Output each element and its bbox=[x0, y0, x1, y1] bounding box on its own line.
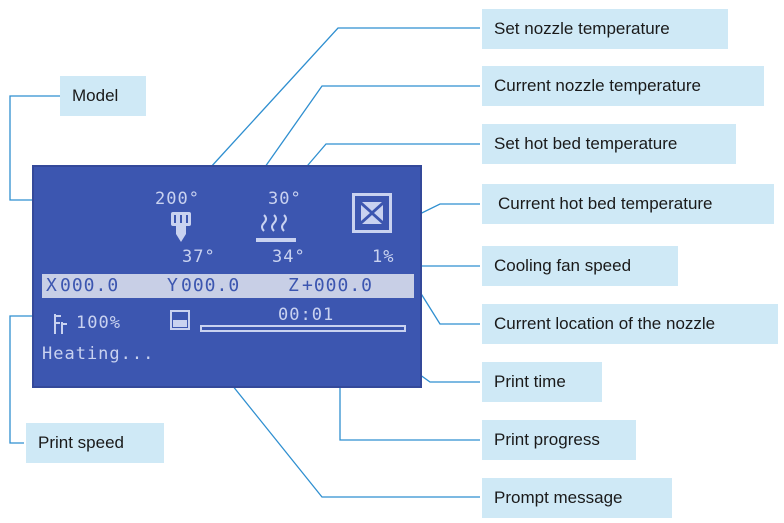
print-time-value: 00:01 bbox=[278, 305, 335, 325]
print-progress-bar bbox=[200, 325, 406, 332]
print-speed-value: 100% bbox=[76, 313, 121, 333]
label-current-hot-bed-temperature: Current hot bed temperature bbox=[482, 184, 774, 224]
x-axis-label: X bbox=[46, 275, 58, 296]
label-print-speed: Print speed bbox=[26, 423, 164, 463]
lcd-screen: 200° 30° 37° 34° 1% X 000.0 Y 000.0 Z +0… bbox=[32, 165, 422, 388]
label-print-progress: Print progress bbox=[482, 420, 636, 460]
label-set-nozzle-temperature: Set nozzle temperature bbox=[482, 9, 728, 49]
label-cooling-fan-speed: Cooling fan speed bbox=[482, 246, 678, 286]
fan-icon bbox=[352, 193, 392, 233]
nozzle-icon bbox=[171, 212, 191, 242]
label-current-nozzle-temperature: Current nozzle temperature bbox=[482, 66, 764, 106]
x-position: 000.0 bbox=[60, 275, 120, 296]
label-model: Model bbox=[60, 76, 146, 116]
sd-card-icon bbox=[170, 310, 190, 330]
current-nozzle-temp: 37° bbox=[182, 247, 216, 267]
z-axis-label: Z bbox=[288, 275, 300, 296]
current-bed-temp: 34° bbox=[272, 247, 306, 267]
set-bed-temp: 30° bbox=[268, 189, 302, 209]
label-prompt-message: Prompt message bbox=[482, 478, 672, 518]
z-position: +000.0 bbox=[302, 275, 374, 296]
label-current-location: Current location of the nozzle bbox=[482, 304, 778, 344]
y-axis-label: Y bbox=[167, 275, 179, 296]
coordinates-bar: X 000.0 Y 000.0 Z +000.0 bbox=[42, 274, 414, 298]
set-nozzle-temp: 200° bbox=[155, 189, 200, 209]
label-print-time: Print time bbox=[482, 362, 602, 402]
y-position: 000.0 bbox=[181, 275, 241, 296]
heated-bed-icon bbox=[256, 214, 296, 242]
label-set-hot-bed-temperature: Set hot bed temperature bbox=[482, 124, 736, 164]
fan-speed-value: 1% bbox=[372, 247, 395, 267]
prompt-message: Heating... bbox=[42, 344, 155, 364]
speed-icon bbox=[54, 314, 67, 334]
